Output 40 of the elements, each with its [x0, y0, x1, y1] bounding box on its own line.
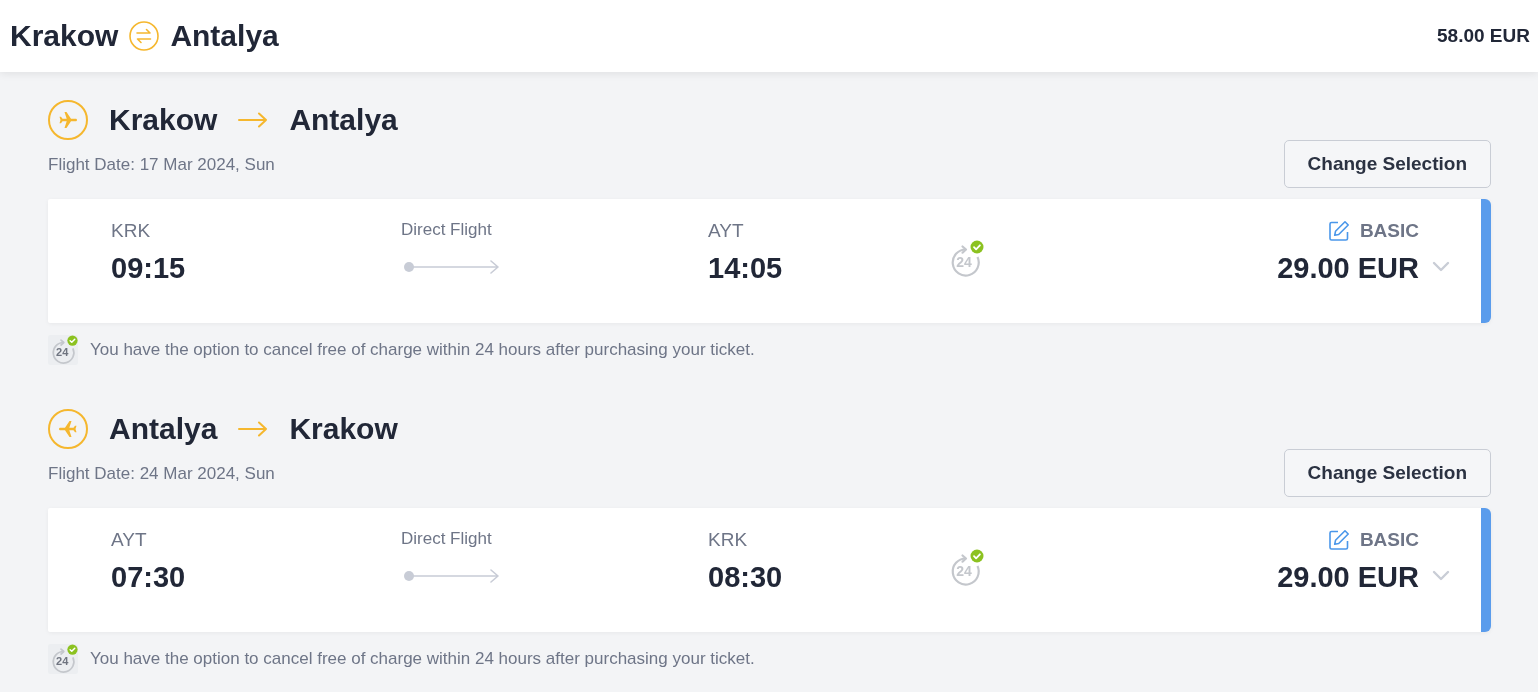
edit-icon — [1327, 529, 1350, 551]
flight-card[interactable]: AYT 07:30 Direct Flight KRK 08:30 24 BASIC 29.00 EUR — [48, 508, 1491, 632]
cancellation-note: You have the option to cancel free of charge within 24 hours after purchasing your ticket. — [90, 339, 755, 361]
departure-time: 09:15 — [111, 252, 186, 284]
fare-class: BASIC — [1359, 220, 1419, 242]
chevron-icon[interactable] — [1432, 261, 1450, 272]
origin-city: Krakow — [109, 102, 218, 138]
edit-icon — [1327, 220, 1350, 242]
departure-code: AYT — [111, 529, 147, 551]
origin-city: Krakow — [10, 18, 119, 54]
flight-type: Direct Flight — [401, 529, 492, 549]
destination-city: Krakow — [289, 411, 398, 447]
destination-city: Antalya — [289, 102, 398, 138]
origin-city: Antalya — [109, 411, 218, 447]
swap-icon — [129, 21, 160, 51]
chevron-icon[interactable] — [1432, 570, 1450, 581]
destination-city: Antalya — [170, 18, 279, 54]
flight-date: Flight Date: 17 Mar 2024, Sun — [48, 154, 276, 176]
change-selection-button[interactable]: Change Selection — [1283, 449, 1491, 497]
arrival-time: 14:05 — [708, 252, 783, 284]
change-selection-button[interactable]: Change Selection — [1283, 140, 1491, 188]
departure-time: 07:30 — [111, 561, 186, 593]
flight-card[interactable]: KRK 09:15 Direct Flight AYT 14:05 24 BASIC 29.00 EUR — [48, 199, 1491, 323]
fare-price: 29.00 EUR — [1277, 561, 1419, 593]
free-cancellation-icon: 24 — [48, 644, 78, 674]
arrow-icon — [238, 112, 269, 128]
fare-class: BASIC — [1359, 529, 1419, 551]
arrow-icon — [238, 421, 269, 437]
airplane-icon — [48, 409, 88, 449]
cancellation-note: You have the option to cancel free of charge within 24 hours after purchasing your ticket. — [90, 648, 755, 670]
fare-price: 29.00 EUR — [1277, 252, 1419, 284]
arrival-code: AYT — [708, 220, 744, 242]
arrival-code: KRK — [708, 529, 748, 551]
total-price: 58.00 EUR — [1437, 25, 1530, 47]
arrival-time: 08:30 — [708, 561, 783, 593]
airplane-icon — [48, 100, 88, 140]
departure-code: KRK — [111, 220, 151, 242]
free-cancellation-icon: 24 — [48, 335, 78, 365]
flight-type: Direct Flight — [401, 220, 492, 240]
flight-date: Flight Date: 24 Mar 2024, Sun — [48, 463, 276, 485]
